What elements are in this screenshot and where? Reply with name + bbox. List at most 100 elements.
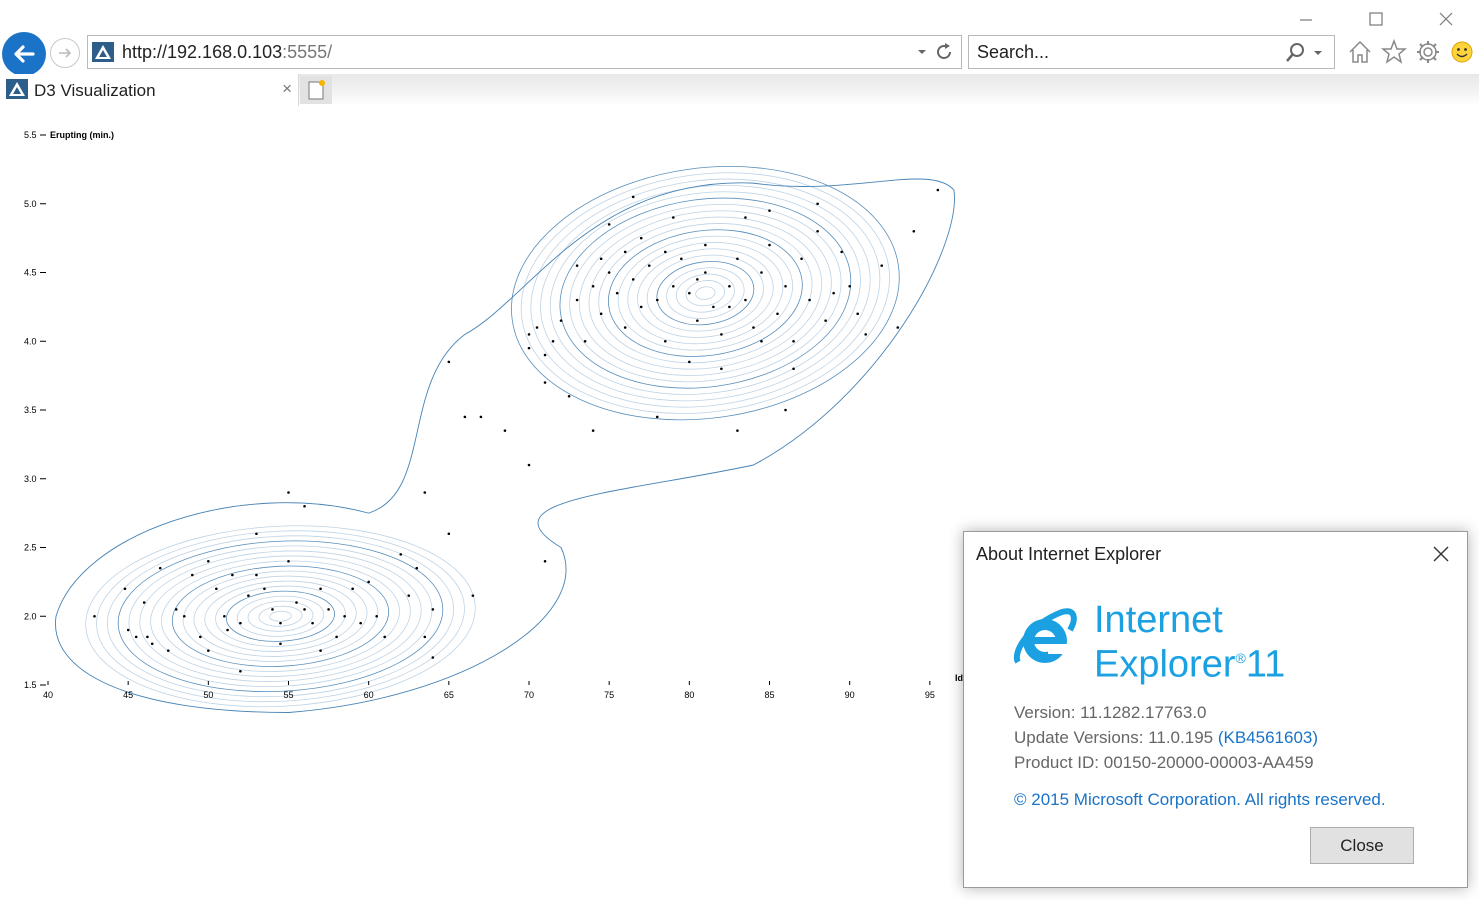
tab-strip: D3 Visualization ×: [0, 74, 1479, 106]
copyright-link[interactable]: © 2015 Microsoft Corporation. All rights…: [1014, 790, 1386, 810]
contour-line: [139, 550, 422, 682]
data-point: [768, 243, 771, 247]
data-point: [279, 642, 282, 646]
data-point: [423, 635, 427, 639]
data-point: [623, 326, 627, 329]
data-point: [527, 463, 531, 467]
data-point: [239, 669, 242, 673]
close-button[interactable]: Close: [1310, 827, 1414, 864]
product-name-explorer: Explorer: [1094, 643, 1236, 686]
address-bar[interactable]: http://192.168.0.103:5555/: [87, 35, 962, 69]
data-point: [207, 649, 210, 652]
data-point: [760, 271, 763, 274]
address-url: http://192.168.0.103:5555/: [122, 42, 332, 63]
product-id-text: Product ID: 00150-20000-00003-AA459: [1014, 753, 1314, 772]
back-button[interactable]: [2, 32, 46, 76]
maximize-button[interactable]: [1358, 6, 1394, 32]
refresh-icon[interactable]: [933, 41, 955, 63]
y-tick-label: 5.0: [24, 199, 37, 209]
data-point: [447, 360, 451, 364]
data-point: [672, 216, 675, 219]
data-point: [591, 284, 595, 288]
y-tick-label: 1.5: [24, 680, 37, 690]
data-point: [295, 601, 298, 604]
home-icon: [1349, 40, 1371, 63]
tab-d3-visualization[interactable]: D3 Visualization ×: [0, 74, 299, 106]
contour-line: [247, 600, 314, 632]
data-point: [736, 429, 739, 432]
y-tick-label: 4.5: [24, 268, 37, 278]
data-point: [696, 278, 699, 281]
data-point: [263, 587, 266, 591]
address-port: :5555/: [282, 42, 333, 62]
data-point: [704, 271, 707, 274]
data-point: [752, 326, 755, 329]
data-point: [792, 367, 795, 371]
data-point: [583, 339, 587, 343]
chevron-down-icon[interactable]: [915, 44, 929, 58]
close-window-button[interactable]: [1428, 6, 1464, 32]
search-input[interactable]: [977, 42, 1267, 63]
y-axis-label: Erupting (min.): [50, 130, 114, 140]
x-tick-label: 45: [123, 690, 133, 700]
data-point: [720, 367, 723, 371]
tab-close-button[interactable]: ×: [282, 79, 292, 99]
new-tab-button[interactable]: [300, 76, 332, 104]
data-point: [623, 250, 627, 254]
data-point: [407, 594, 411, 597]
data-point: [599, 257, 603, 261]
data-point: [824, 319, 827, 322]
data-point: [527, 346, 531, 350]
data-point: [423, 491, 427, 494]
data-point: [287, 491, 290, 494]
data-point: [383, 635, 387, 639]
data-point: [736, 257, 739, 261]
contour-line: [637, 248, 774, 338]
data-point: [840, 250, 843, 254]
data-point: [166, 649, 170, 652]
search-controls: [1284, 42, 1324, 64]
data-point: [343, 614, 346, 618]
chevron-down-icon[interactable]: [1312, 47, 1324, 59]
data-point: [848, 284, 851, 288]
data-point: [559, 319, 563, 322]
data-point: [575, 298, 579, 302]
toolbar-icons: [1345, 36, 1477, 68]
data-point: [126, 628, 130, 632]
data-point: [174, 608, 178, 611]
data-point: [599, 312, 603, 316]
search-box[interactable]: [968, 35, 1335, 69]
data-point: [607, 223, 611, 226]
contour-line: [150, 555, 411, 677]
x-tick-label: 80: [684, 690, 694, 700]
data-point: [93, 614, 96, 618]
arrow-right-icon: [59, 48, 72, 58]
tools-button[interactable]: [1413, 36, 1443, 68]
site-favicon-icon: [6, 79, 28, 99]
contour-line: [675, 273, 735, 313]
contour-layer: [55, 166, 955, 713]
data-point: [335, 635, 338, 639]
data-point: [255, 532, 258, 536]
dialog-close-button[interactable]: [1429, 542, 1453, 566]
data-point: [226, 628, 229, 632]
minimize-button[interactable]: [1288, 6, 1324, 32]
data-point: [856, 312, 859, 316]
data-point: [303, 608, 306, 611]
update-versions-label: Update Versions: 11.0.195: [1014, 728, 1218, 747]
data-point: [728, 284, 731, 288]
kb-link[interactable]: (KB4561603): [1218, 728, 1318, 747]
home-button[interactable]: [1345, 36, 1375, 68]
version-text: Version: 11.1282.17763.0: [1014, 703, 1207, 722]
data-point: [351, 587, 354, 591]
data-point: [543, 353, 547, 357]
favorites-button[interactable]: [1379, 36, 1409, 68]
data-point: [158, 566, 162, 570]
data-point: [142, 601, 146, 604]
data-point: [279, 621, 282, 625]
forward-button[interactable]: [50, 38, 80, 68]
magnifier-icon[interactable]: [1284, 42, 1306, 64]
data-point: [247, 594, 250, 597]
data-point: [688, 360, 691, 364]
feedback-button[interactable]: [1447, 36, 1477, 68]
